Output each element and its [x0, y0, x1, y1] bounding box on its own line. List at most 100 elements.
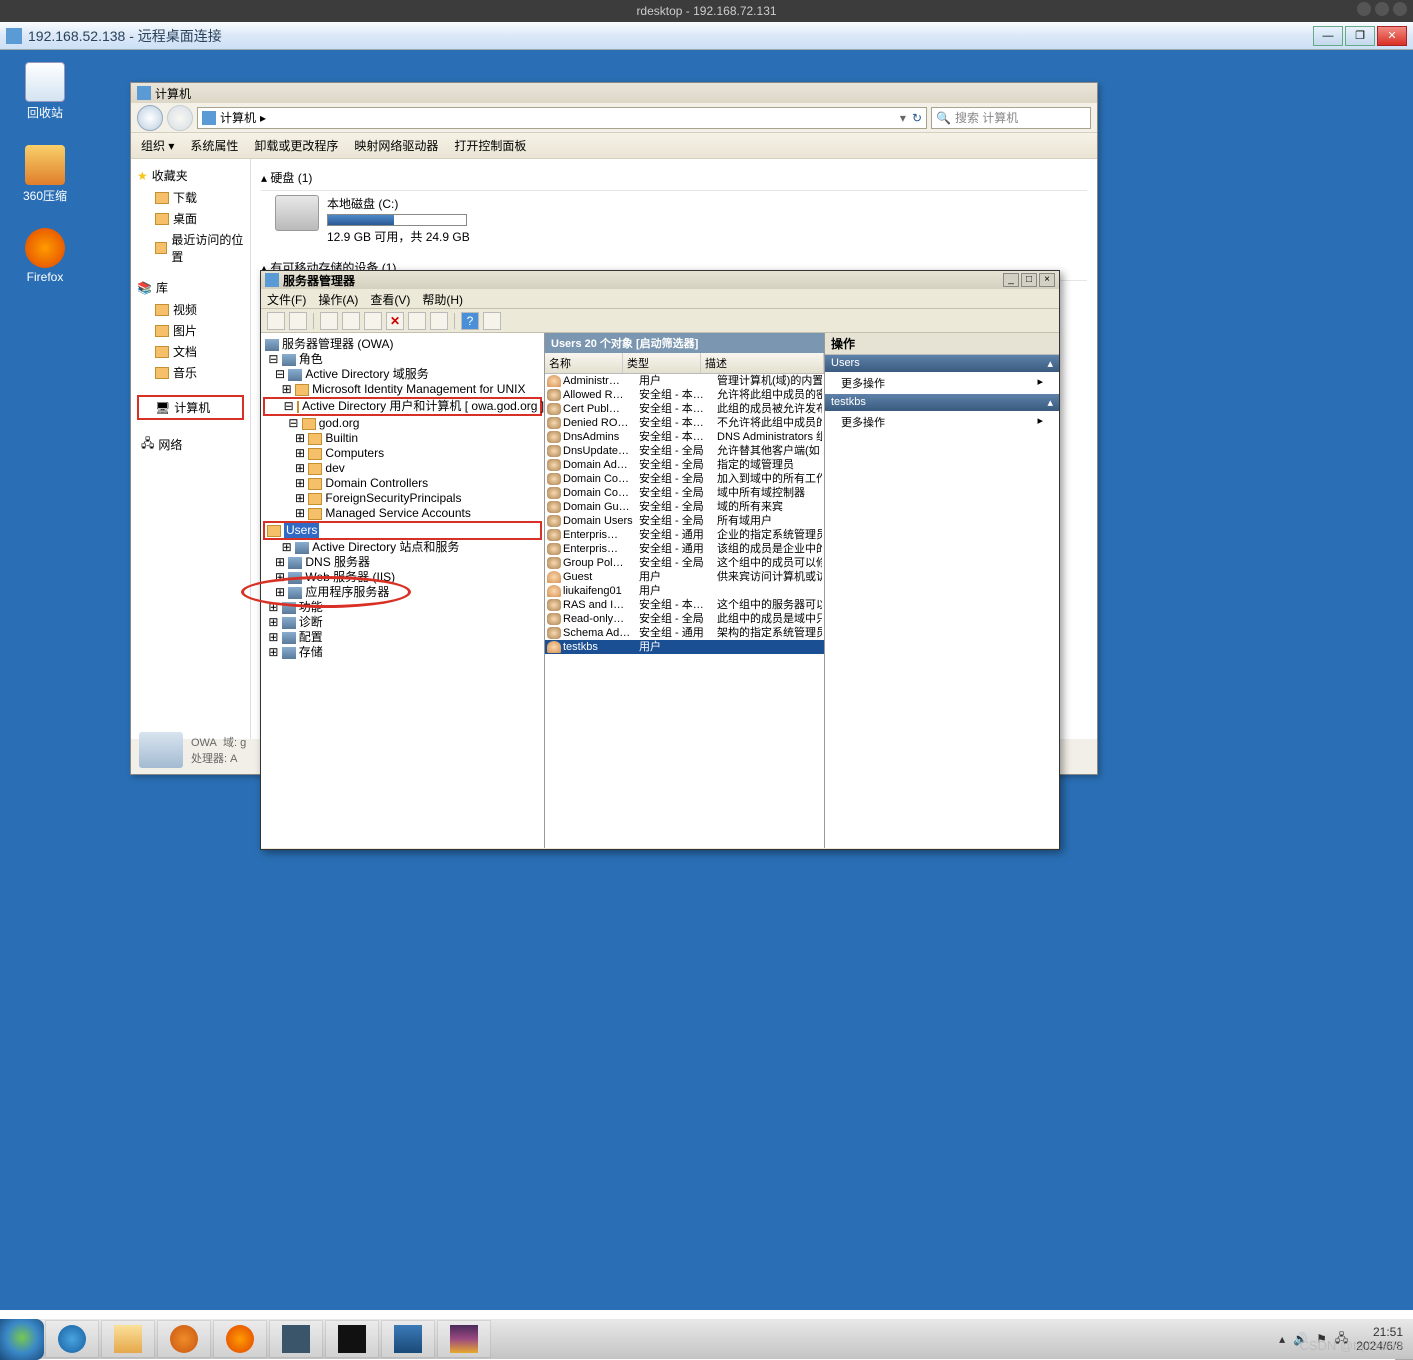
toolbar-uninstall[interactable]: 卸载或更改程序 — [254, 137, 338, 154]
list-row[interactable]: liukaifeng01用户 — [545, 584, 824, 598]
sidebar-item-videos[interactable]: 视频 — [137, 299, 244, 320]
tb-filter-icon[interactable] — [483, 312, 501, 330]
tree-domain[interactable]: ⊟ god.org — [263, 416, 542, 431]
col-name[interactable]: 名称 — [545, 353, 623, 373]
sm-min-button[interactable]: _ — [1003, 273, 1019, 287]
tree-fsp[interactable]: ⊞ ForeignSecurityPrincipals — [263, 491, 542, 506]
list-row[interactable]: Enterpris…安全组 - 通用该组的成员是企业中的… — [545, 542, 824, 556]
tree-dev[interactable]: ⊞ dev — [263, 461, 542, 476]
task-winrar[interactable] — [437, 1320, 491, 1358]
tb-export-icon[interactable] — [430, 312, 448, 330]
list-row[interactable]: Cert Publ…安全组 - 本…此组的成员被允许发布… — [545, 402, 824, 416]
list-row[interactable]: Domain Users安全组 - 全局所有域用户 — [545, 514, 824, 528]
favorites-header[interactable]: ★收藏夹 — [137, 167, 244, 184]
tree-iis[interactable]: ⊞ Web 服务器 (IIS) — [263, 570, 542, 585]
tree-app[interactable]: ⊞ 应用程序服务器 — [263, 585, 542, 600]
list-row[interactable]: Schema Ad…安全组 - 通用架构的指定系统管理员 — [545, 626, 824, 640]
menu-file[interactable]: 文件(F) — [267, 291, 306, 306]
tree-computers[interactable]: ⊞ Computers — [263, 446, 542, 461]
task-cmd[interactable] — [325, 1320, 379, 1358]
tree-roles[interactable]: ⊟ 角色 — [263, 352, 542, 367]
sidebar-item-recent[interactable]: 最近访问的位置 — [137, 229, 244, 267]
toolbar-sysprops[interactable]: 系统属性 — [190, 137, 238, 154]
list-row[interactable]: Guest用户供来宾访问计算机或访… — [545, 570, 824, 584]
rdp-close-button[interactable]: ✕ — [1377, 26, 1407, 46]
tree-dc[interactable]: ⊞ Domain Controllers — [263, 476, 542, 491]
tb-back-icon[interactable] — [267, 312, 285, 330]
task-rdp[interactable] — [381, 1320, 435, 1358]
tree-dns[interactable]: ⊞ DNS 服务器 — [263, 555, 542, 570]
libraries-header[interactable]: 📚库 — [137, 279, 244, 296]
desktop-icon-recycle[interactable]: 回收站 — [10, 62, 80, 121]
tree-builtin[interactable]: ⊞ Builtin — [263, 431, 542, 446]
sm-max-button[interactable]: □ — [1021, 273, 1037, 287]
sm-close-button[interactable]: × — [1039, 273, 1055, 287]
sidebar-item-pictures[interactable]: 图片 — [137, 320, 244, 341]
menu-view[interactable]: 查看(V) — [370, 291, 410, 306]
list-row[interactable]: Domain Ad…安全组 - 全局指定的域管理员 — [545, 458, 824, 472]
task-ie[interactable] — [45, 1320, 99, 1358]
actions-section-users[interactable]: Users▴ — [825, 355, 1059, 372]
task-firefox[interactable] — [213, 1320, 267, 1358]
list-row[interactable]: Enterpris…安全组 - 通用企业的指定系统管理员 — [545, 528, 824, 542]
list-row[interactable]: Domain Gu…安全组 - 全局域的所有来宾 — [545, 500, 824, 514]
tree-adds[interactable]: ⊟ Active Directory 域服务 — [263, 367, 542, 382]
tree-storage[interactable]: ⊞ 存储 — [263, 645, 542, 660]
menu-action[interactable]: 操作(A) — [318, 291, 358, 306]
list-row[interactable]: Group Pol…安全组 - 全局这个组中的成员可以修… — [545, 556, 824, 570]
sidebar-item-music[interactable]: 音乐 — [137, 362, 244, 383]
list-row[interactable]: DnsUpdate…安全组 - 全局允许替其他客户端(如 … — [545, 444, 824, 458]
tb-props-icon[interactable] — [342, 312, 360, 330]
tb-cut-icon[interactable] — [364, 312, 382, 330]
col-type[interactable]: 类型 — [623, 353, 701, 373]
toolbar-organize[interactable]: 组织 ▾ — [141, 137, 174, 154]
toolbar-mapdrive[interactable]: 映射网络驱动器 — [354, 137, 438, 154]
list-row[interactable]: testkbs用户 — [545, 640, 824, 654]
tree-diag[interactable]: ⊞ 诊断 — [263, 615, 542, 630]
chevron-right-icon[interactable]: ▸ — [260, 111, 266, 125]
tree-config[interactable]: ⊞ 配置 — [263, 630, 542, 645]
flag-icon[interactable]: ⚑ — [1316, 1332, 1327, 1346]
toolbar-controlpanel[interactable]: 打开控制面板 — [454, 137, 526, 154]
sidebar-item-documents[interactable]: 文档 — [137, 341, 244, 362]
sidebar-item-computer[interactable]: 🖥计算机 — [137, 395, 244, 420]
host-min-icon[interactable] — [1357, 2, 1371, 16]
search-input[interactable]: 🔍 搜索 计算机 — [931, 107, 1091, 129]
list-row[interactable]: DnsAdmins安全组 - 本…DNS Administrators 组 — [545, 430, 824, 444]
rdp-min-button[interactable]: — — [1313, 26, 1343, 46]
sm-tree[interactable]: 服务器管理器 (OWA) ⊟ 角色 ⊟ Active Directory 域服务… — [261, 333, 545, 848]
system-tray[interactable]: ▴ 🔊 ⚑ 🖧 21:51 2024/6/8 — [1269, 1325, 1413, 1353]
list-row[interactable]: Read-only…安全组 - 全局此组中的成员是域中只… — [545, 612, 824, 626]
host-max-icon[interactable] — [1375, 2, 1389, 16]
sidebar-item-desktop[interactable]: 桌面 — [137, 208, 244, 229]
tree-root[interactable]: 服务器管理器 (OWA) — [263, 337, 542, 352]
list-row[interactable]: Domain Co…安全组 - 全局加入到域中的所有工作… — [545, 472, 824, 486]
tb-delete-icon[interactable]: ✕ — [386, 312, 404, 330]
sidebar-item-downloads[interactable]: 下载 — [137, 187, 244, 208]
sm-titlebar[interactable]: 服务器管理器 _ □ × — [261, 271, 1059, 289]
host-close-icon[interactable] — [1393, 2, 1407, 16]
col-desc[interactable]: 描述 — [701, 353, 824, 373]
task-notepad[interactable] — [269, 1320, 323, 1358]
list-row[interactable]: Domain Co…安全组 - 全局域中所有域控制器 — [545, 486, 824, 500]
explorer-titlebar[interactable]: 计算机 — [131, 83, 1097, 103]
list-row[interactable]: Administr…用户管理计算机(域)的内置… — [545, 374, 824, 388]
tb-help-icon[interactable]: ? — [461, 312, 479, 330]
tree-users[interactable]: Users — [263, 521, 542, 540]
list-body[interactable]: Administr…用户管理计算机(域)的内置…Allowed R…安全组 - … — [545, 374, 824, 848]
tray-up-icon[interactable]: ▴ — [1279, 1332, 1285, 1346]
list-row[interactable]: Denied RO…安全组 - 本…不允许将此组中成员的… — [545, 416, 824, 430]
tree-msa[interactable]: ⊞ Managed Service Accounts — [263, 506, 542, 521]
refresh-icon[interactable]: ↻ — [912, 111, 922, 125]
drives-header[interactable]: ▴ 硬盘 (1) — [261, 165, 1087, 191]
tree-features[interactable]: ⊞ 功能 — [263, 600, 542, 615]
tb-up-icon[interactable] — [320, 312, 338, 330]
address-bar[interactable]: 计算机 ▸ ▾ ↻ — [197, 107, 927, 129]
desktop-icon-firefox[interactable]: Firefox — [10, 228, 80, 284]
tree-aduc[interactable]: ⊟ Active Directory 用户和计算机 [ owa.god.org … — [263, 397, 542, 416]
task-explorer[interactable] — [101, 1320, 155, 1358]
start-button[interactable] — [0, 1319, 44, 1360]
tree-adss[interactable]: ⊞ Active Directory 站点和服务 — [263, 540, 542, 555]
tb-fwd-icon[interactable] — [289, 312, 307, 330]
actions-section-testkbs[interactable]: testkbs▴ — [825, 394, 1059, 411]
